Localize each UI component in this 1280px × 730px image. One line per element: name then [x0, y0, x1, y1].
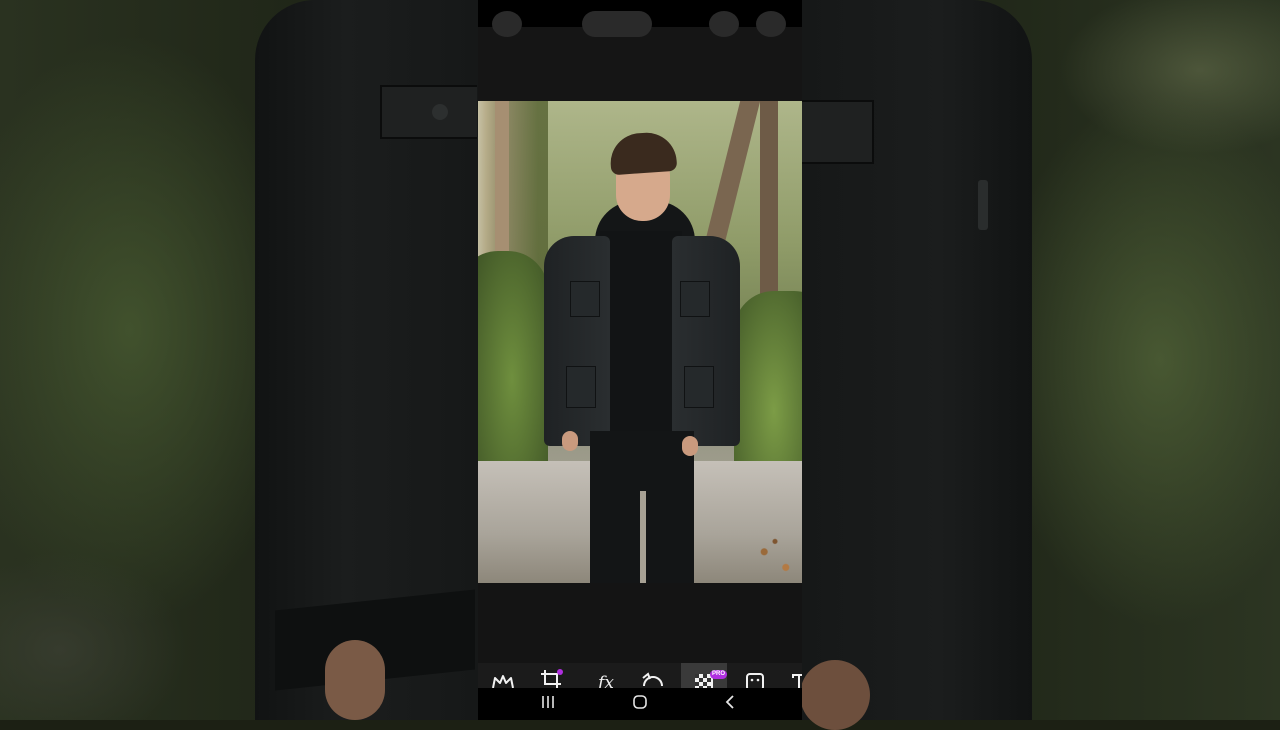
person-hand-right	[682, 436, 698, 456]
back-icon	[724, 694, 736, 715]
tool-effects[interactable]: fx	[583, 663, 629, 688]
photo-leaves	[748, 531, 802, 583]
person-hair	[608, 130, 678, 176]
canvas-padding	[478, 583, 802, 663]
tool-retouch[interactable]	[630, 663, 676, 688]
tool-remove-background[interactable]: PRO	[681, 663, 728, 688]
photo-person	[540, 130, 740, 583]
redo-button[interactable]	[756, 11, 786, 37]
recent-apps-icon	[540, 695, 556, 714]
blurred-hand-left	[325, 640, 385, 720]
person-pocket	[570, 281, 600, 317]
person-pocket	[566, 366, 596, 408]
phone-screen: fx PRO	[478, 0, 802, 720]
recent-apps-button[interactable]	[518, 688, 578, 720]
person-hand-left	[562, 431, 578, 451]
tool-text[interactable]	[776, 663, 802, 688]
editor-top-bar	[478, 11, 802, 101]
crown-icon	[491, 670, 515, 688]
back-nav-button[interactable]	[700, 688, 760, 720]
tool-sticker[interactable]	[732, 663, 778, 688]
editor-toolbar: fx PRO	[478, 663, 802, 688]
tool-crop[interactable]	[528, 663, 574, 688]
person-hoodie	[600, 231, 682, 441]
system-navigation-bar	[478, 688, 802, 720]
back-button[interactable]	[492, 11, 522, 37]
blurred-pocket-left	[380, 85, 477, 139]
new-dot-badge	[557, 669, 563, 675]
blurred-button-left	[432, 104, 448, 120]
effects-fx-icon: fx	[598, 673, 614, 688]
home-icon	[632, 694, 648, 715]
person-jacket-right	[672, 236, 740, 446]
person-legs-gap	[640, 491, 646, 583]
top-pill-button[interactable]	[582, 11, 652, 37]
tool-crown[interactable]	[480, 663, 526, 688]
photo-canvas[interactable]	[478, 101, 802, 583]
text-icon	[789, 670, 802, 688]
blurred-pocket-right	[802, 100, 874, 164]
person-jacket-left	[544, 236, 610, 446]
undo-button[interactable]	[709, 11, 739, 37]
person-pocket	[684, 366, 714, 408]
blurred-zip-right	[978, 180, 988, 230]
retouch-icon	[640, 668, 666, 688]
sticker-icon	[744, 670, 766, 688]
home-button[interactable]	[610, 688, 670, 720]
person-pocket	[680, 281, 710, 317]
pro-badge: PRO	[710, 670, 728, 679]
photo-trunk	[760, 101, 778, 301]
